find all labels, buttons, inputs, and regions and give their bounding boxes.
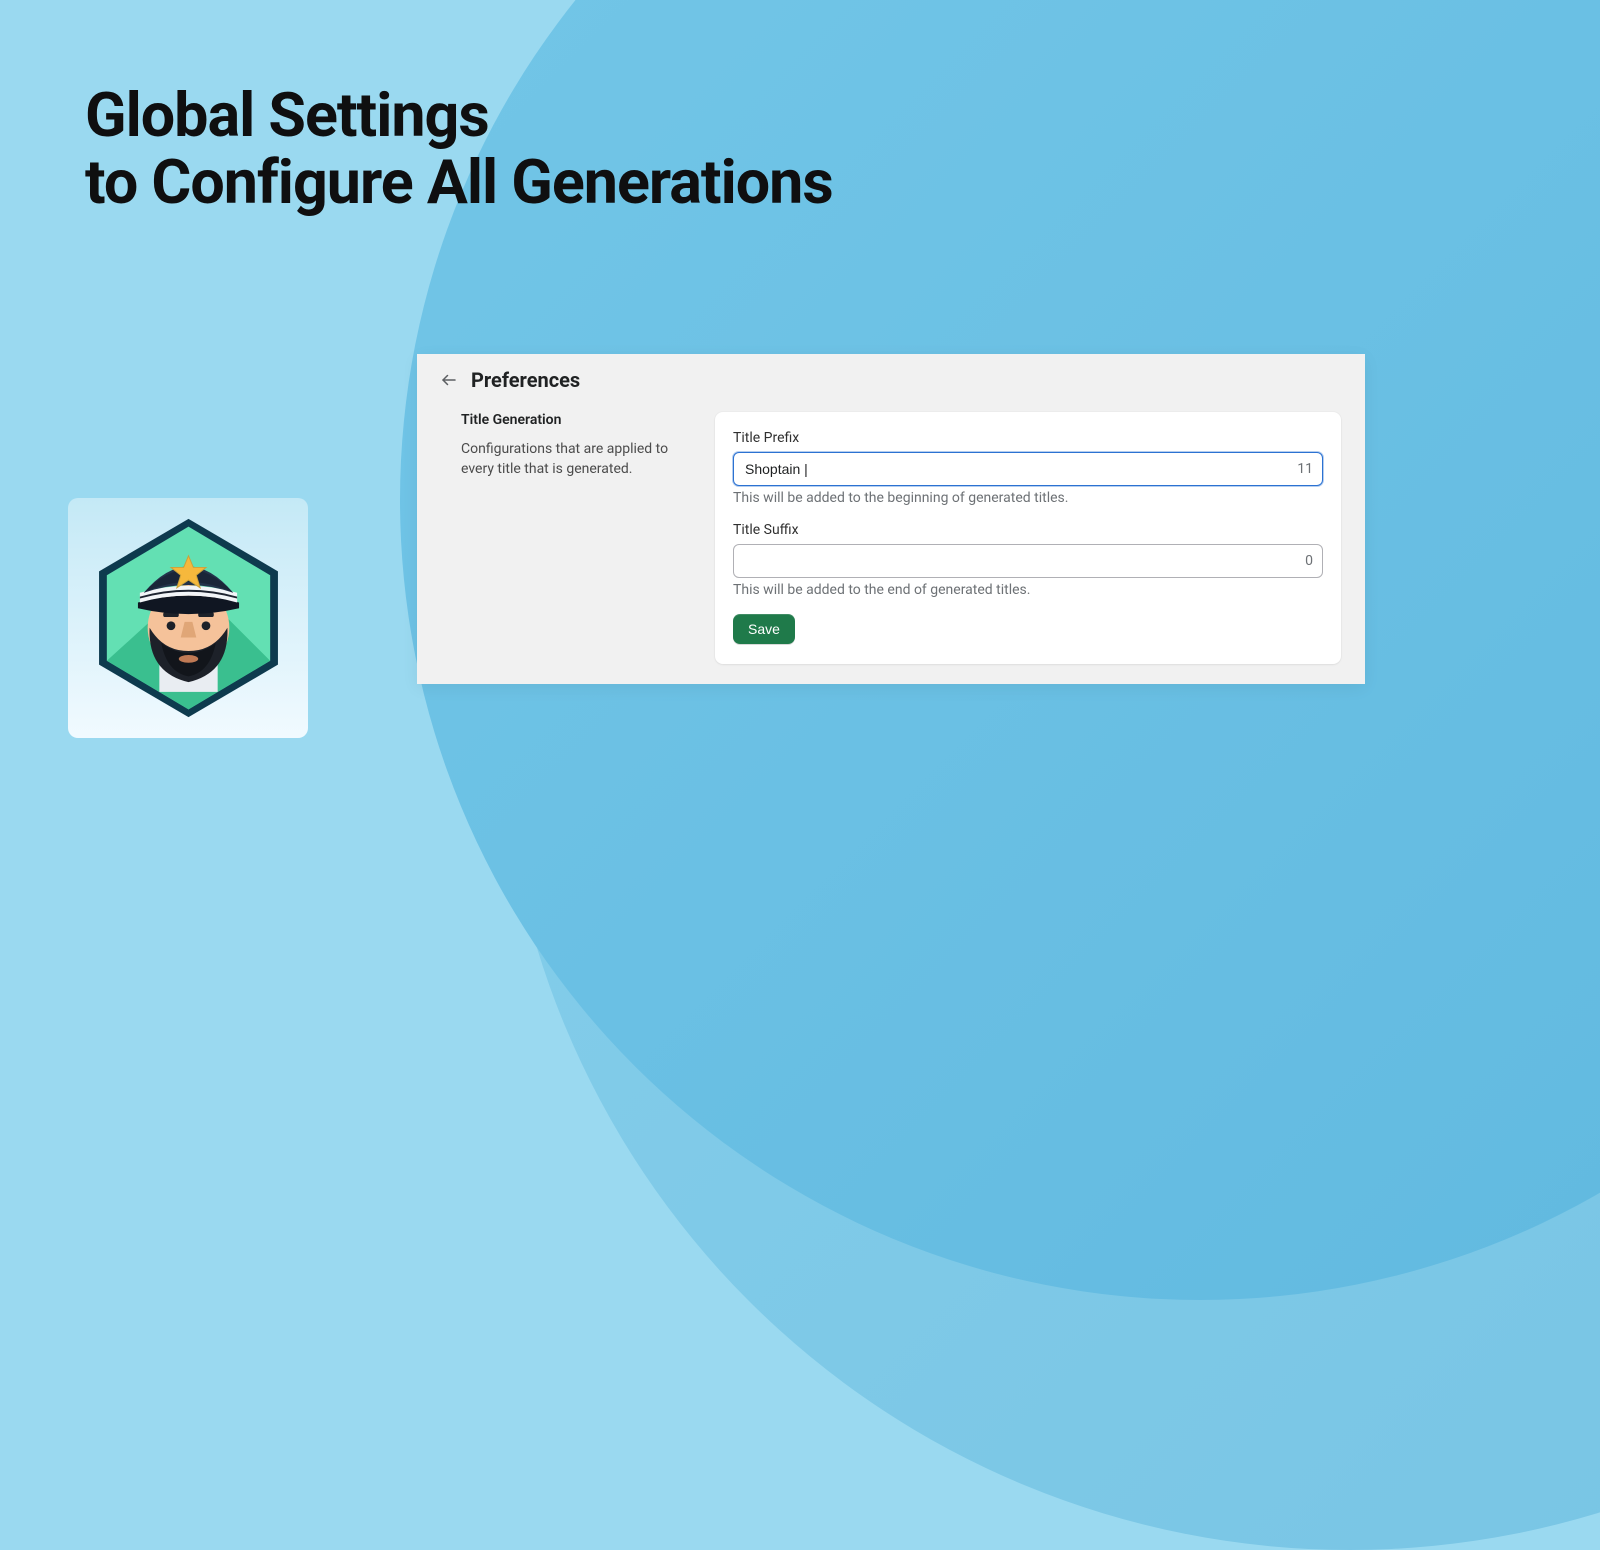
preferences-panel: Preferences Title Generation Configurati… xyxy=(417,354,1365,684)
brand-logo-tile xyxy=(68,498,308,738)
save-button[interactable]: Save xyxy=(733,614,795,644)
preferences-title: Preferences xyxy=(471,368,580,392)
captain-avatar-icon xyxy=(91,513,286,723)
title-suffix-count: 0 xyxy=(1305,553,1313,569)
title-prefix-input-wrap: 11 xyxy=(733,452,1323,486)
settings-card: Title Prefix 11 This will be added to th… xyxy=(715,412,1341,664)
title-prefix-help: This will be added to the beginning of g… xyxy=(733,490,1323,506)
title-prefix-input[interactable] xyxy=(733,452,1323,486)
title-prefix-count: 11 xyxy=(1297,461,1313,477)
preferences-body: Title Generation Configurations that are… xyxy=(417,402,1365,688)
hero-heading: Global Settings to Configure All Generat… xyxy=(85,82,833,216)
preferences-header: Preferences xyxy=(417,354,1365,402)
title-suffix-input[interactable] xyxy=(733,544,1323,578)
title-suffix-help: This will be added to the end of generat… xyxy=(733,582,1323,598)
hero-line-2: to Configure All Generations xyxy=(85,149,833,216)
back-arrow-icon[interactable] xyxy=(439,370,459,390)
section-heading: Title Generation xyxy=(461,412,691,428)
section-description: Configurations that are applied to every… xyxy=(461,440,691,479)
title-prefix-label: Title Prefix xyxy=(733,430,1323,446)
title-suffix-input-wrap: 0 xyxy=(733,544,1323,578)
section-meta: Title Generation Configurations that are… xyxy=(461,412,691,664)
hero-line-1: Global Settings xyxy=(85,82,833,149)
title-suffix-label: Title Suffix xyxy=(733,522,1323,538)
